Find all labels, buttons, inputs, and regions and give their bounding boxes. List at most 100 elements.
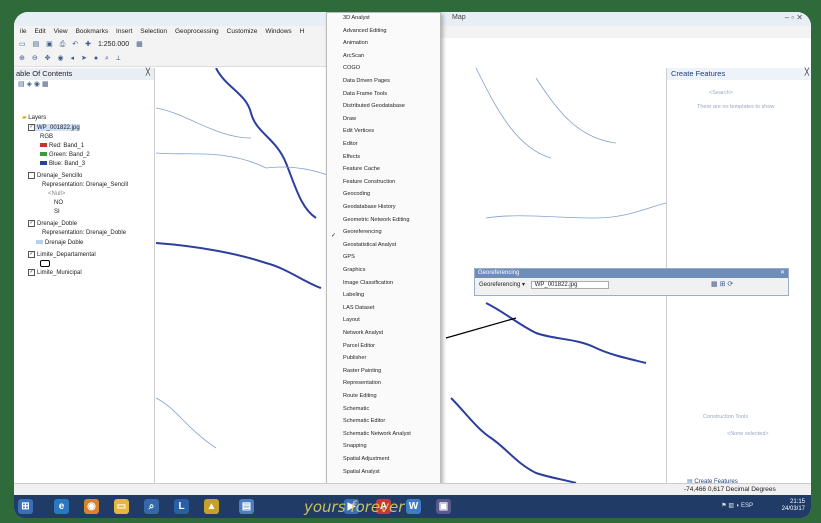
save-icon[interactable]: ▣ <box>46 38 53 52</box>
menu-item-georeferencing[interactable]: Georeferencing <box>343 229 382 235</box>
menu-item-graphics[interactable]: Graphics <box>343 267 365 273</box>
menu-selection[interactable]: Selection <box>140 26 167 38</box>
menu-item-geocoding[interactable]: Geocoding <box>343 191 370 197</box>
find-icon[interactable]: ⌕ <box>105 52 109 66</box>
ie-icon[interactable]: e <box>54 499 69 514</box>
menu-item-data-driven-pages[interactable]: Data Driven Pages <box>343 78 390 84</box>
layer-checkbox[interactable]: ✓ <box>28 220 35 227</box>
menu-item-spatial-analyst[interactable]: Spatial Analyst <box>343 469 380 475</box>
menu-item-gps[interactable]: GPS <box>343 254 355 260</box>
menu-item-arcscan[interactable]: ArcScan <box>343 53 364 59</box>
language-indicator[interactable]: ESP <box>741 503 753 509</box>
chrome-icon[interactable]: ◉ <box>84 499 99 514</box>
arcmap-icon[interactable]: ▲ <box>204 499 219 514</box>
list-by-source-icon[interactable]: ◈ <box>27 81 32 88</box>
pan-icon[interactable]: ✥ <box>45 52 51 66</box>
layer-checkbox[interactable] <box>28 172 35 179</box>
zoom-out-icon[interactable]: ⊖ <box>32 52 38 66</box>
menu-item-geodatabase-history[interactable]: Geodatabase History <box>343 204 396 210</box>
app-icon[interactable]: L <box>174 499 189 514</box>
list-by-drawing-icon[interactable]: ▤ <box>18 81 25 88</box>
menu-item-geostatistical-analyst[interactable]: Geostatistical Analyst <box>343 242 396 248</box>
undo-icon[interactable]: ↶ <box>72 38 78 52</box>
list-by-selection-icon[interactable]: ▦ <box>42 81 49 88</box>
system-tray[interactable]: ⚑ ▥ ◖ ESP <box>721 502 753 509</box>
start-icon[interactable]: ⊞ <box>18 499 33 514</box>
link-table-icon[interactable]: ▦ <box>711 281 718 288</box>
toc-layer-limite-departamental[interactable]: ✓ Limite_Departamental <box>28 251 96 258</box>
menu-item-layout[interactable]: Layout <box>343 317 360 323</box>
menu-item-spatial-adjustment[interactable]: Spatial Adjustment <box>343 456 389 462</box>
georeferencing-close-icon[interactable]: ✕ <box>780 269 785 278</box>
menu-item-distributed-geodatabase[interactable]: Distributed Geodatabase <box>343 103 405 109</box>
toc-layer-wp[interactable]: ✓ WP_001822.jpg <box>28 124 80 132</box>
menu-item-route-editing[interactable]: Route Editing <box>343 393 377 399</box>
search-icon[interactable]: ⌕ <box>144 499 159 514</box>
scale-box[interactable]: 1:250.000 <box>98 38 129 52</box>
menu-item-schematic-network-analyst[interactable]: Schematic Network Analyst <box>343 431 411 437</box>
menu-item-raster-painting[interactable]: Raster Painting <box>343 368 381 374</box>
layout-icon[interactable]: ▦ <box>136 38 143 52</box>
rotate-icon[interactable]: ⟳ <box>727 281 733 288</box>
menu-item-network-analyst[interactable]: Network Analyst <box>343 330 383 336</box>
menu-item-cogo[interactable]: COGO <box>343 65 360 71</box>
menu-item-labeling[interactable]: Labeling <box>343 292 364 298</box>
window-controls[interactable]: – ▫ ✕ <box>785 13 803 22</box>
toc-layer-limite-municipal[interactable]: ✓ Limite_Municipal <box>28 269 82 276</box>
menu-item-feature-cache[interactable]: Feature Cache <box>343 166 380 172</box>
menu-item-edit-vertices[interactable]: Edit Vertices <box>343 128 374 134</box>
word-icon[interactable]: W <box>406 499 421 514</box>
menu-item-representation[interactable]: Representation <box>343 380 381 386</box>
menu-item-effects[interactable]: Effects <box>343 154 360 160</box>
menu-item-image-classification[interactable]: Image Classification <box>343 280 393 286</box>
add-data-icon[interactable]: ✚ <box>85 38 91 52</box>
layer-checkbox[interactable]: ✓ <box>28 124 35 131</box>
toc-layer-drenaje-doble[interactable]: ✓ Drenaje_Doble <box>28 220 77 227</box>
menu-item-advanced-editing[interactable]: Advanced Editing <box>343 28 387 34</box>
print-icon[interactable]: ⎙ <box>60 38 66 52</box>
toc-close-icon[interactable]: ╳ <box>146 68 150 76</box>
menu-view[interactable]: View <box>54 26 68 38</box>
layer-checkbox[interactable]: ✓ <box>28 251 35 258</box>
create-features-close-icon[interactable]: ╳ <box>805 68 809 76</box>
menu-item-schematic-editor[interactable]: Schematic Editor <box>343 418 385 424</box>
menu-item-draw[interactable]: Draw <box>343 116 356 122</box>
georeferencing-dropdown[interactable]: Georeferencing ▾ <box>479 282 525 288</box>
menu-item-las-dataset[interactable]: LAS Dataset <box>343 305 374 311</box>
menu-geoprocessing[interactable]: Geoprocessing <box>175 26 219 38</box>
full-extent-icon[interactable]: ◉ <box>57 52 63 66</box>
list-by-visibility-icon[interactable]: ◉ <box>34 81 40 88</box>
zoom-in-icon[interactable]: ⊕ <box>19 52 25 66</box>
menu-item-snapping[interactable]: Snapping <box>343 443 367 449</box>
template-search[interactable]: <Search> <box>709 90 733 96</box>
menu-item-publisher[interactable]: Publisher <box>343 355 366 361</box>
menu-file[interactable]: ile <box>20 26 27 38</box>
add-control-points-icon[interactable]: ⊞ <box>720 281 726 288</box>
menu-insert[interactable]: Insert <box>116 26 132 38</box>
menu-customize[interactable]: Customize <box>227 26 258 38</box>
menu-bookmarks[interactable]: Bookmarks <box>76 26 109 38</box>
open-icon[interactable]: ▤ <box>33 38 40 52</box>
menu-item-schematic[interactable]: Schematic <box>343 406 369 412</box>
menu-item-animation[interactable]: Animation <box>343 40 368 46</box>
menu-item-geometric-network-editing[interactable]: Geometric Network Editing <box>343 217 410 223</box>
layers-root[interactable]: ▰ Layers <box>22 114 46 121</box>
menu-item-data-frame-tools[interactable]: Data Frame Tools <box>343 91 387 97</box>
menu-item-feature-construction[interactable]: Feature Construction <box>343 179 395 185</box>
georeferencing-layer-select[interactable]: WP_001822.jpg <box>530 281 609 289</box>
photo-icon[interactable]: ▣ <box>436 499 451 514</box>
menu-item-parcel-editor[interactable]: Parcel Editor <box>343 343 375 349</box>
measure-icon[interactable]: ⟂ <box>116 52 121 66</box>
menu-item-editor[interactable]: Editor <box>343 141 358 147</box>
menu-edit[interactable]: Edit <box>34 26 45 38</box>
back-icon[interactable]: ◂ <box>71 52 75 66</box>
folder-icon[interactable]: ▭ <box>114 499 129 514</box>
menu-windows[interactable]: Windows <box>265 26 291 38</box>
new-icon[interactable]: ▭ <box>19 38 26 52</box>
menu-item-3d-analyst[interactable]: 3D Analyst <box>343 15 370 21</box>
clock[interactable]: 21:15 24/03/17 <box>782 499 805 513</box>
select-icon[interactable]: ➤ <box>81 52 87 66</box>
layer-checkbox[interactable]: ✓ <box>28 269 35 276</box>
identify-icon[interactable]: ● <box>94 52 98 66</box>
explorer-icon[interactable]: ▤ <box>239 499 254 514</box>
